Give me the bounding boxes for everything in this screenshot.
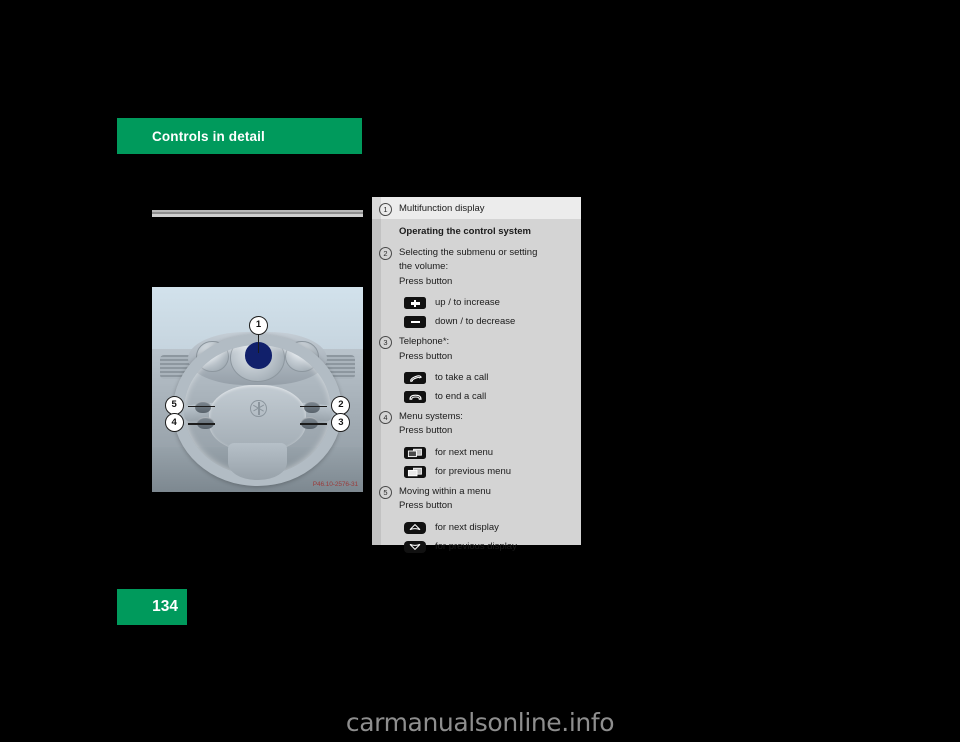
steering-wheel-figure: 1 5 4 2 3 P46.10-2576-31 <box>152 287 363 492</box>
legend-icon-row-arrow-down: for previous display <box>372 540 581 554</box>
leader-line-4 <box>187 423 216 425</box>
figure-reference-code: P46.10-2576-31 <box>312 481 358 488</box>
leader-line-2 <box>299 405 328 408</box>
legend-item-4-number: 4 <box>372 410 399 425</box>
legend-item-5-line1: Moving within a menu <box>399 485 491 497</box>
legend-item-5-number: 5 <box>372 485 399 499</box>
legend-icon-row-pickup: to take a call <box>372 371 581 385</box>
figure-callout-3-label: 3 <box>338 416 344 428</box>
legend-item-3-line1: Telephone*: <box>399 336 450 348</box>
legend-number-circle-5: 5 <box>379 485 392 499</box>
figure-callout-5: 5 <box>164 395 184 415</box>
legend-item-2-number: 2 <box>372 246 399 260</box>
legend-item-3: 3 Telephone*: Press button <box>372 335 581 364</box>
legend-icon-label-pickup: to take a call <box>435 372 489 384</box>
legend-number-circle-2: 2 <box>379 247 392 260</box>
figure-callout-1-label: 1 <box>255 319 262 331</box>
legend-icon-row-hangup: to end a call <box>372 390 581 404</box>
figure-callout-4-label: 4 <box>171 416 177 428</box>
legend-item-2-line2: the volume: <box>399 261 449 273</box>
legend-item-1-number: 1 <box>372 202 399 216</box>
legend-icon-label-hangup: to end a call <box>435 391 487 403</box>
chapter-title: Controls in detail <box>152 128 265 144</box>
page-number: 134 <box>152 598 178 615</box>
plus-glyph <box>410 299 420 307</box>
legend-section-heading: Operating the control system <box>399 226 531 237</box>
arrow-up-button-icon <box>404 521 426 534</box>
legend-item-4: 4 Menu systems: Press button <box>372 410 581 439</box>
mercedes-star-icon <box>250 399 267 418</box>
previous-menu-icon <box>404 465 426 478</box>
legend-number-circle-1: 1 <box>379 203 392 216</box>
legend-icon-label-minus: down / to decrease <box>435 316 516 328</box>
legend-item-4-body: Menu systems: Press button <box>399 410 463 439</box>
section-rule <box>152 210 363 217</box>
legend-item-2-line3: Press button <box>399 275 453 287</box>
next-menu-icon <box>404 446 426 459</box>
legend-icon-label-plus: up / to increase <box>435 297 500 309</box>
legend-item-4-line2: Press button <box>399 425 453 437</box>
figure-callout-2: 2 <box>331 395 351 415</box>
minus-button-icon <box>404 316 426 329</box>
page-number-band: 134 <box>117 589 187 625</box>
legend-icon-row-next-menu: for next menu <box>372 446 581 460</box>
legend-icon-row-prev-menu: for previous menu <box>372 465 581 479</box>
legend-icon-row-minus: down / to decrease <box>372 315 581 329</box>
leader-line-5 <box>187 405 216 408</box>
legend-item-5-body: Moving within a menu Press button <box>399 485 491 514</box>
legend-icon-label-arrow-up: for next display <box>435 521 499 533</box>
phone-pickup-glyph <box>409 375 422 383</box>
legend-item-5: 5 Moving within a menu Press button <box>372 485 581 514</box>
legend-item-3-line2: Press button <box>399 350 453 362</box>
manual-page: Controls in detail 1 5 4 2 3 P46.10-2576… <box>0 0 960 742</box>
legend-number-circle-3: 3 <box>379 336 392 350</box>
legend-content: 1 Multifunction display Operating the co… <box>372 197 581 553</box>
legend-panel: 1 Multifunction display Operating the co… <box>372 197 581 553</box>
phone-pickup-icon <box>404 372 426 385</box>
figure-callout-4: 4 <box>164 413 184 433</box>
legend-icon-label-next-menu: for next menu <box>435 446 494 458</box>
arrow-up-glyph <box>409 524 421 531</box>
minus-glyph <box>410 321 420 324</box>
arrow-down-glyph <box>409 544 421 551</box>
steering-wheel-hub <box>208 385 307 451</box>
legend-item-5-line2: Press button <box>399 500 453 512</box>
legend-item-2: 2 Selecting the submenu or setting the v… <box>372 246 581 289</box>
previous-menu-glyph <box>407 467 422 477</box>
legend-item-2-body: Selecting the submenu or setting the vol… <box>399 246 537 289</box>
legend-icon-row-arrow-up: for next display <box>372 521 581 535</box>
leader-line-3 <box>299 423 328 425</box>
steering-wheel-spoke-bottom <box>227 442 288 480</box>
legend-number-circle-4: 4 <box>379 411 392 425</box>
figure-callout-2-label: 2 <box>338 399 344 411</box>
leader-line-1 <box>257 332 259 353</box>
legend-item-1: 1 Multifunction display <box>372 202 581 217</box>
legend-icon-row-plus: up / to increase <box>372 296 581 310</box>
legend-item-3-body: Telephone*: Press button <box>399 335 452 364</box>
legend-icon-label-arrow-down: for previous display <box>435 540 517 552</box>
legend-item-2-line1: Selecting the submenu or setting <box>399 247 538 258</box>
phone-hangup-glyph <box>408 394 422 400</box>
legend-item-3-number: 3 <box>372 335 399 350</box>
legend-section-heading-row: Operating the control system <box>372 225 581 240</box>
legend-item-4-line1: Menu systems: <box>399 411 463 423</box>
figure-callout-1: 1 <box>249 315 269 335</box>
figure-callout-5-label: 5 <box>171 399 177 411</box>
chapter-header-band: Controls in detail <box>117 118 362 154</box>
legend-heading-spacer <box>372 225 399 226</box>
legend-icon-label-prev-menu: for previous menu <box>435 465 512 477</box>
arrow-down-button-icon <box>404 540 426 553</box>
mercedes-star-stem <box>258 402 260 415</box>
next-menu-glyph <box>407 448 422 457</box>
phone-hangup-icon <box>404 391 426 404</box>
site-watermark: carmanualsonline.info <box>345 708 615 737</box>
plus-button-icon <box>404 297 426 310</box>
legend-item-1-text: Multifunction display <box>399 203 485 214</box>
